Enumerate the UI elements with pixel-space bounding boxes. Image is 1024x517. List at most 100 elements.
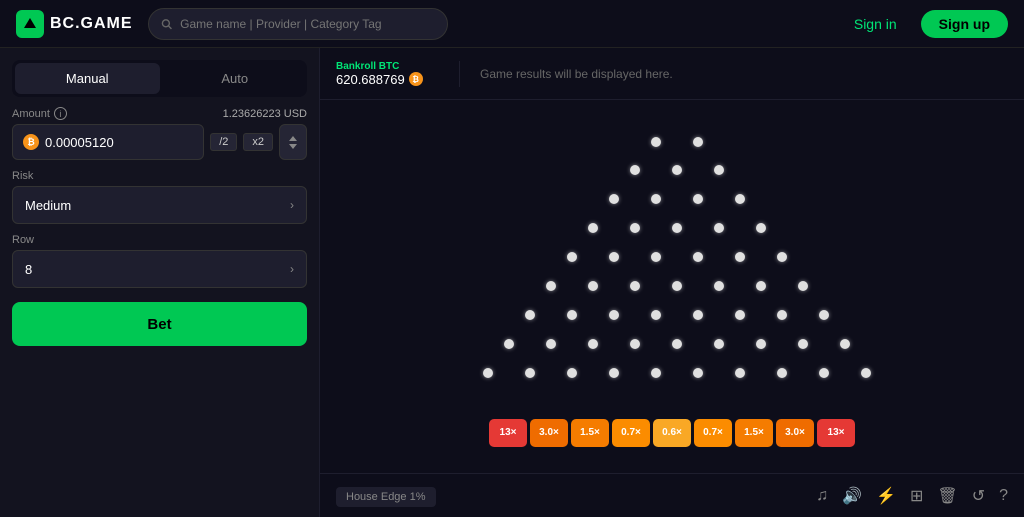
peg xyxy=(630,281,640,291)
peg xyxy=(525,310,535,320)
multiplier-box: 13× xyxy=(489,419,527,447)
edge-label-area: House Edge 1% xyxy=(336,487,436,505)
peg xyxy=(777,310,787,320)
logo-area: BC.GAME xyxy=(16,10,136,38)
risk-chevron-icon: › xyxy=(290,198,294,212)
top-navigation: BC.GAME Sign in Sign up xyxy=(0,0,1024,48)
results-bar: Game results will be displayed here. xyxy=(460,67,1024,81)
bankroll-area: Bankroll BTC 620.688769 ₿ xyxy=(320,61,460,87)
multiplier-box: 1.5× xyxy=(735,419,773,447)
plinko-board: 13×3.0×1.5×0.7×0.6×0.7×1.5×3.0×13× xyxy=(462,127,882,447)
peg xyxy=(798,339,808,349)
house-edge-label: House Edge 1% xyxy=(336,487,436,507)
music-icon[interactable]: ♫ xyxy=(816,487,828,505)
amount-section: Amount i 1.23626223 USD ₿ 0.00005120 /2 … xyxy=(12,107,307,160)
peg xyxy=(609,368,619,378)
peg xyxy=(672,223,682,233)
multiplier-box: 0.7× xyxy=(694,419,732,447)
amount-usd: 1.23626223 USD xyxy=(223,108,307,120)
multiplier-box: 1.5× xyxy=(571,419,609,447)
peg xyxy=(651,137,661,147)
multiplier-box: 0.7× xyxy=(612,419,650,447)
peg xyxy=(756,281,766,291)
peg xyxy=(735,194,745,204)
signin-button[interactable]: Sign in xyxy=(842,10,909,38)
peg xyxy=(567,310,577,320)
peg xyxy=(525,368,535,378)
peg xyxy=(588,223,598,233)
peg xyxy=(504,339,514,349)
peg xyxy=(651,368,661,378)
peg xyxy=(588,339,598,349)
amount-label: Amount i 1.23626223 USD xyxy=(12,107,307,120)
peg xyxy=(714,165,724,175)
game-area: 13×3.0×1.5×0.7×0.6×0.7×1.5×3.0×13× xyxy=(320,100,1024,473)
peg xyxy=(609,310,619,320)
peg xyxy=(630,339,640,349)
multiplier-box: 0.6× xyxy=(653,419,691,447)
bet-button[interactable]: Bet xyxy=(12,302,307,346)
risk-value: Medium xyxy=(25,198,71,213)
row-value: 8 xyxy=(25,262,32,277)
bankroll-label: Bankroll BTC xyxy=(336,61,443,72)
search-bar[interactable] xyxy=(148,8,448,40)
peg xyxy=(756,339,766,349)
tab-manual[interactable]: Manual xyxy=(15,63,160,94)
search-icon xyxy=(161,18,172,30)
help-icon[interactable]: ? xyxy=(999,487,1008,505)
peg xyxy=(735,368,745,378)
peg xyxy=(777,368,787,378)
search-input[interactable] xyxy=(180,17,435,31)
peg xyxy=(546,339,556,349)
amount-info-icon[interactable]: i xyxy=(54,107,67,120)
row-label: Row xyxy=(12,234,307,246)
row-chevron-icon: › xyxy=(290,262,294,276)
trash-icon[interactable]: 🗑 xyxy=(937,486,957,506)
amount-row: ₿ 0.00005120 /2 x2 xyxy=(12,124,307,160)
row-select[interactable]: 8 › xyxy=(12,250,307,288)
peg xyxy=(798,281,808,291)
main-layout: Manual Auto Amount i 1.23626223 USD ₿ 0.… xyxy=(0,48,1024,517)
grid-icon[interactable]: ⊞ xyxy=(910,486,923,506)
multiplier-box: 13× xyxy=(817,419,855,447)
peg xyxy=(546,281,556,291)
peg xyxy=(735,252,745,262)
peg xyxy=(630,223,640,233)
row-section: Row 8 › xyxy=(12,234,307,288)
peg xyxy=(651,194,661,204)
peg xyxy=(735,310,745,320)
peg xyxy=(819,310,829,320)
risk-select[interactable]: Medium › xyxy=(12,186,307,224)
spin-button[interactable] xyxy=(279,124,307,160)
peg xyxy=(672,281,682,291)
refresh-icon[interactable]: ↺ xyxy=(972,486,985,506)
logo-icon xyxy=(16,10,44,38)
peg xyxy=(483,368,493,378)
spin-down-icon xyxy=(289,144,297,149)
peg xyxy=(588,281,598,291)
peg xyxy=(840,339,850,349)
peg xyxy=(693,310,703,320)
peg xyxy=(609,252,619,262)
top-bar: Bankroll BTC 620.688769 ₿ Game results w… xyxy=(320,48,1024,100)
logo-text: BC.GAME xyxy=(50,15,133,33)
half-button[interactable]: /2 xyxy=(210,133,237,151)
amount-input[interactable]: ₿ 0.00005120 xyxy=(12,124,204,160)
peg xyxy=(714,339,724,349)
peg xyxy=(672,165,682,175)
peg xyxy=(672,339,682,349)
signup-button[interactable]: Sign up xyxy=(921,10,1008,38)
mode-tabs: Manual Auto xyxy=(12,60,307,97)
lightning-icon[interactable]: ⚡ xyxy=(876,486,896,506)
peg xyxy=(693,194,703,204)
bottom-bar: House Edge 1% ♫ 🔊 ⚡ ⊞ 🗑 ↺? xyxy=(320,473,1024,517)
peg xyxy=(567,368,577,378)
amount-value: 0.00005120 xyxy=(45,135,114,150)
peg xyxy=(714,281,724,291)
tab-auto[interactable]: Auto xyxy=(163,60,308,97)
double-button[interactable]: x2 xyxy=(243,133,273,151)
peg xyxy=(714,223,724,233)
peg xyxy=(777,252,787,262)
volume-icon[interactable]: 🔊 xyxy=(842,486,862,506)
multipliers-row: 13×3.0×1.5×0.7×0.6×0.7×1.5×3.0×13× xyxy=(489,419,855,447)
